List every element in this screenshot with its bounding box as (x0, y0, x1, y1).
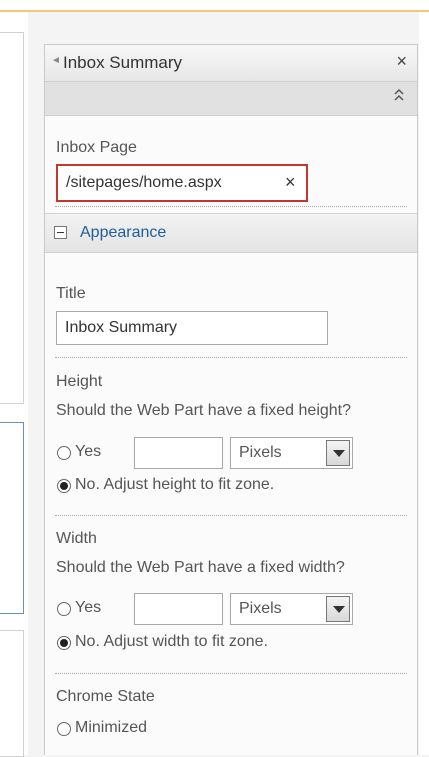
webpart-zone-frame (0, 32, 24, 404)
height-question: Should the Web Part have a fixed height? (56, 402, 352, 419)
chrome-minimized-label: Minimized (75, 719, 148, 736)
width-unit-select[interactable]: Pixels (230, 593, 353, 625)
tool-pane: ◄ Inbox Summary × Inbox Page /sitepages/… (44, 44, 418, 755)
back-arrow-icon[interactable]: ◄ (51, 55, 61, 66)
height-unit-select[interactable]: Pixels (230, 437, 353, 469)
title-label: Title (56, 285, 86, 302)
height-label: Height (56, 373, 103, 390)
inbox-page-value: /sitepages/home.aspx (66, 174, 222, 191)
chevron-down-icon[interactable] (326, 440, 350, 466)
collapse-all-icon[interactable] (393, 88, 405, 105)
height-yes-label: Yes (75, 443, 102, 460)
width-no-radio[interactable] (57, 636, 71, 650)
width-question: Should the Web Part have a fixed width? (56, 559, 345, 576)
width-yes-label: Yes (75, 599, 102, 616)
tool-pane-subbar (45, 82, 417, 116)
height-no-radio[interactable] (57, 479, 71, 493)
tool-pane-header: ◄ Inbox Summary × (45, 45, 417, 82)
tool-pane-title: Inbox Summary (63, 53, 183, 72)
close-icon[interactable]: × (396, 51, 407, 72)
divider (55, 357, 407, 358)
divider (55, 515, 407, 516)
divider (55, 673, 407, 674)
chrome-minimized-radio[interactable] (57, 722, 71, 736)
width-label: Width (56, 530, 97, 547)
page-background-right (419, 12, 429, 755)
width-yes-radio[interactable] (57, 602, 71, 616)
appearance-section-header[interactable]: Appearance (45, 213, 417, 253)
title-value: Inbox Summary (65, 319, 178, 336)
collapse-section-icon[interactable] (54, 226, 67, 239)
width-value-input[interactable] (134, 593, 223, 625)
webpart-zone-frame-lower (0, 630, 24, 757)
inbox-page-label: Inbox Page (56, 139, 137, 156)
width-unit-value: Pixels (239, 600, 282, 617)
inbox-page-input[interactable]: /sitepages/home.aspx × (56, 164, 308, 202)
title-input[interactable]: Inbox Summary (56, 311, 328, 345)
height-value-input[interactable] (134, 437, 223, 469)
divider (55, 206, 407, 207)
height-unit-value: Pixels (239, 444, 282, 461)
page-background-left (0, 12, 28, 757)
top-accent-bar (0, 0, 429, 12)
chevron-down-icon[interactable] (326, 596, 350, 622)
appearance-section-title[interactable]: Appearance (80, 224, 166, 242)
height-yes-radio[interactable] (57, 446, 71, 460)
width-no-label: No. Adjust width to fit zone. (75, 633, 268, 650)
clear-icon[interactable]: × (285, 172, 296, 193)
selected-webpart-frame (0, 422, 24, 614)
chrome-state-label: Chrome State (56, 688, 155, 705)
height-no-label: No. Adjust height to fit zone. (75, 476, 275, 493)
